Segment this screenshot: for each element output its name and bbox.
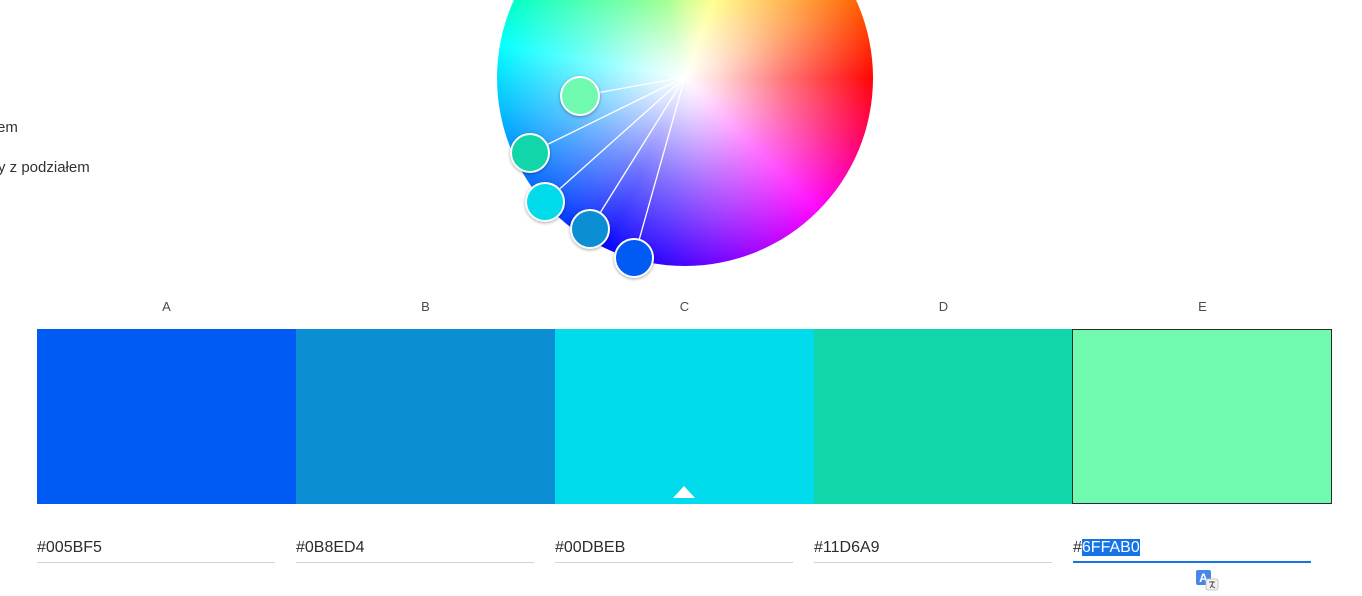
color-wheel[interactable] <box>497 0 873 278</box>
hex-input-d[interactable]: #11D6A9 <box>814 537 1052 563</box>
swatch-label-e: E <box>1198 299 1207 314</box>
hex-input-a[interactable]: #005BF5 <box>37 537 275 563</box>
wheel-line-a <box>633 76 686 259</box>
swatch-d[interactable] <box>814 329 1073 504</box>
swatch-e[interactable] <box>1072 329 1332 504</box>
color-handle-e[interactable] <box>560 76 600 116</box>
swatch-a[interactable] <box>37 329 296 504</box>
color-handle-b[interactable] <box>570 209 610 249</box>
swatch-label-c: C <box>679 299 690 314</box>
swatch-label-a: A <box>162 299 171 314</box>
hex-input-c[interactable]: #00DBEB <box>555 537 793 563</box>
hex-input-selection: 6FFAB0 <box>1081 539 1140 556</box>
harmony-rule-item[interactable]: em <box>0 119 18 136</box>
color-handle-d[interactable] <box>510 133 550 173</box>
hex-input-prefix: # <box>1073 539 1082 556</box>
harmony-rule-item[interactable]: y z podziałem <box>0 159 90 176</box>
swatch-c[interactable] <box>555 329 814 504</box>
color-wheel-lines <box>529 76 686 259</box>
color-handle-c[interactable] <box>525 182 565 222</box>
color-handle-a[interactable] <box>614 238 654 278</box>
swatch-b[interactable] <box>296 329 555 504</box>
swatch-label-d: D <box>938 299 949 314</box>
caret-up-icon <box>673 486 695 498</box>
hex-input-b[interactable]: #0B8ED4 <box>296 537 534 563</box>
translate-icon[interactable]: A <box>1195 569 1221 591</box>
hex-input-e[interactable]: #6FFAB0 <box>1073 537 1311 563</box>
swatch-label-b: B <box>421 299 430 314</box>
